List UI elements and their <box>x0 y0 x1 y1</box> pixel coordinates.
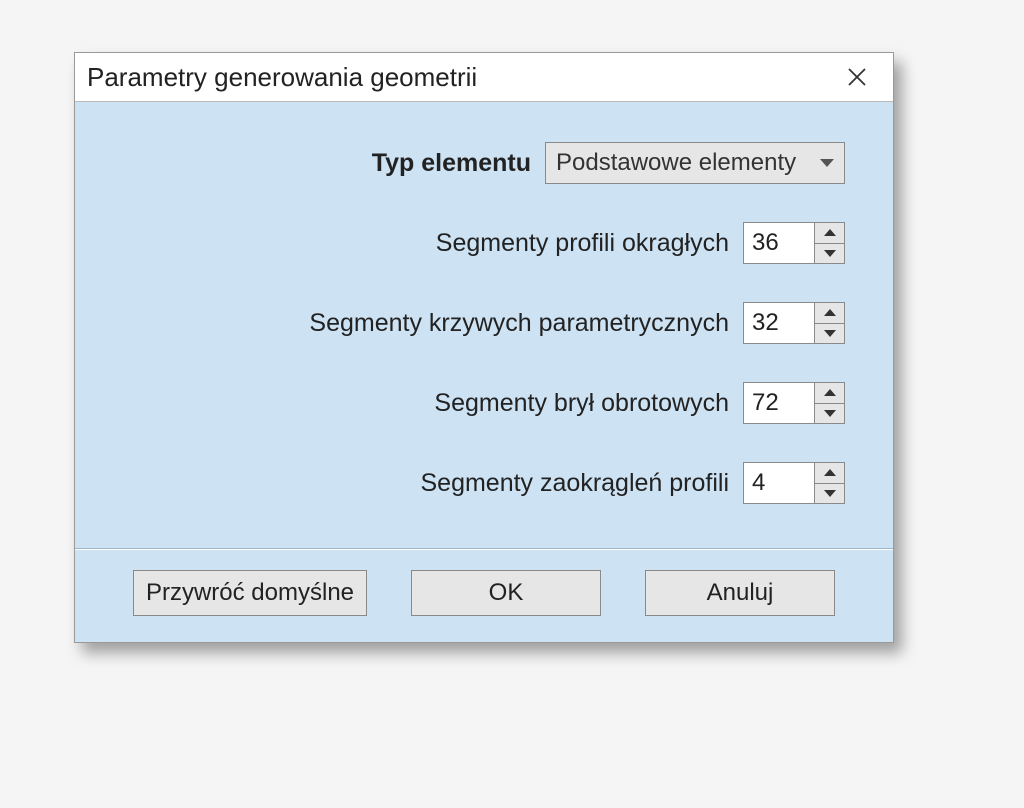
circular-profile-segments-row: Segmenty profili okragłych <box>123 222 845 264</box>
chevron-down-icon <box>820 159 834 167</box>
arrow-up-icon <box>824 309 836 316</box>
dialog-footer: Przywróć domyślne OK Anuluj <box>75 549 893 642</box>
dialog-title: Parametry generowania geometrii <box>87 62 477 93</box>
rotational-solid-segments-input[interactable] <box>743 382 815 424</box>
rotational-solid-segments-row: Segmenty brył obrotowych <box>123 382 845 424</box>
arrow-up-icon <box>824 389 836 396</box>
restore-defaults-button[interactable]: Przywróć domyślne <box>133 570 367 616</box>
parametric-curve-segments-input[interactable] <box>743 302 815 344</box>
spin-down-button[interactable] <box>815 324 844 344</box>
spin-down-button[interactable] <box>815 484 844 504</box>
ok-button[interactable]: OK <box>411 570 601 616</box>
arrow-down-icon <box>824 410 836 417</box>
element-type-label: Typ elementu <box>372 149 531 178</box>
spinner-buttons <box>815 462 845 504</box>
dialog-content: Typ elementu Podstawowe elementy Segment… <box>75 102 893 548</box>
profile-fillet-segments-row: Segmenty zaokrągleń profili <box>123 462 845 504</box>
arrow-down-icon <box>824 490 836 497</box>
spin-up-button[interactable] <box>815 383 844 404</box>
arrow-up-icon <box>824 469 836 476</box>
spin-up-button[interactable] <box>815 463 844 484</box>
element-type-row: Typ elementu Podstawowe elementy <box>123 142 845 184</box>
cancel-button[interactable]: Anuluj <box>645 570 835 616</box>
parametric-curve-segments-spinner <box>743 302 845 344</box>
circular-profile-segments-label: Segmenty profili okragłych <box>436 229 729 258</box>
spin-down-button[interactable] <box>815 244 844 264</box>
circular-profile-segments-spinner <box>743 222 845 264</box>
arrow-up-icon <box>824 229 836 236</box>
element-type-value: Podstawowe elementy <box>556 149 796 177</box>
spinner-buttons <box>815 382 845 424</box>
close-button[interactable] <box>835 59 879 95</box>
geometry-params-dialog: Parametry generowania geometrii Typ elem… <box>74 52 894 643</box>
close-icon <box>847 67 867 87</box>
titlebar: Parametry generowania geometrii <box>75 53 893 102</box>
profile-fillet-segments-spinner <box>743 462 845 504</box>
profile-fillet-segments-label: Segmenty zaokrągleń profili <box>421 469 730 498</box>
spin-down-button[interactable] <box>815 404 844 424</box>
rotational-solid-segments-label: Segmenty brył obrotowych <box>434 389 729 418</box>
element-type-dropdown[interactable]: Podstawowe elementy <box>545 142 845 184</box>
rotational-solid-segments-spinner <box>743 382 845 424</box>
parametric-curve-segments-row: Segmenty krzywych parametrycznych <box>123 302 845 344</box>
arrow-down-icon <box>824 250 836 257</box>
profile-fillet-segments-input[interactable] <box>743 462 815 504</box>
spin-up-button[interactable] <box>815 223 844 244</box>
circular-profile-segments-input[interactable] <box>743 222 815 264</box>
spinner-buttons <box>815 222 845 264</box>
parametric-curve-segments-label: Segmenty krzywych parametrycznych <box>309 309 729 338</box>
spin-up-button[interactable] <box>815 303 844 324</box>
spinner-buttons <box>815 302 845 344</box>
arrow-down-icon <box>824 330 836 337</box>
